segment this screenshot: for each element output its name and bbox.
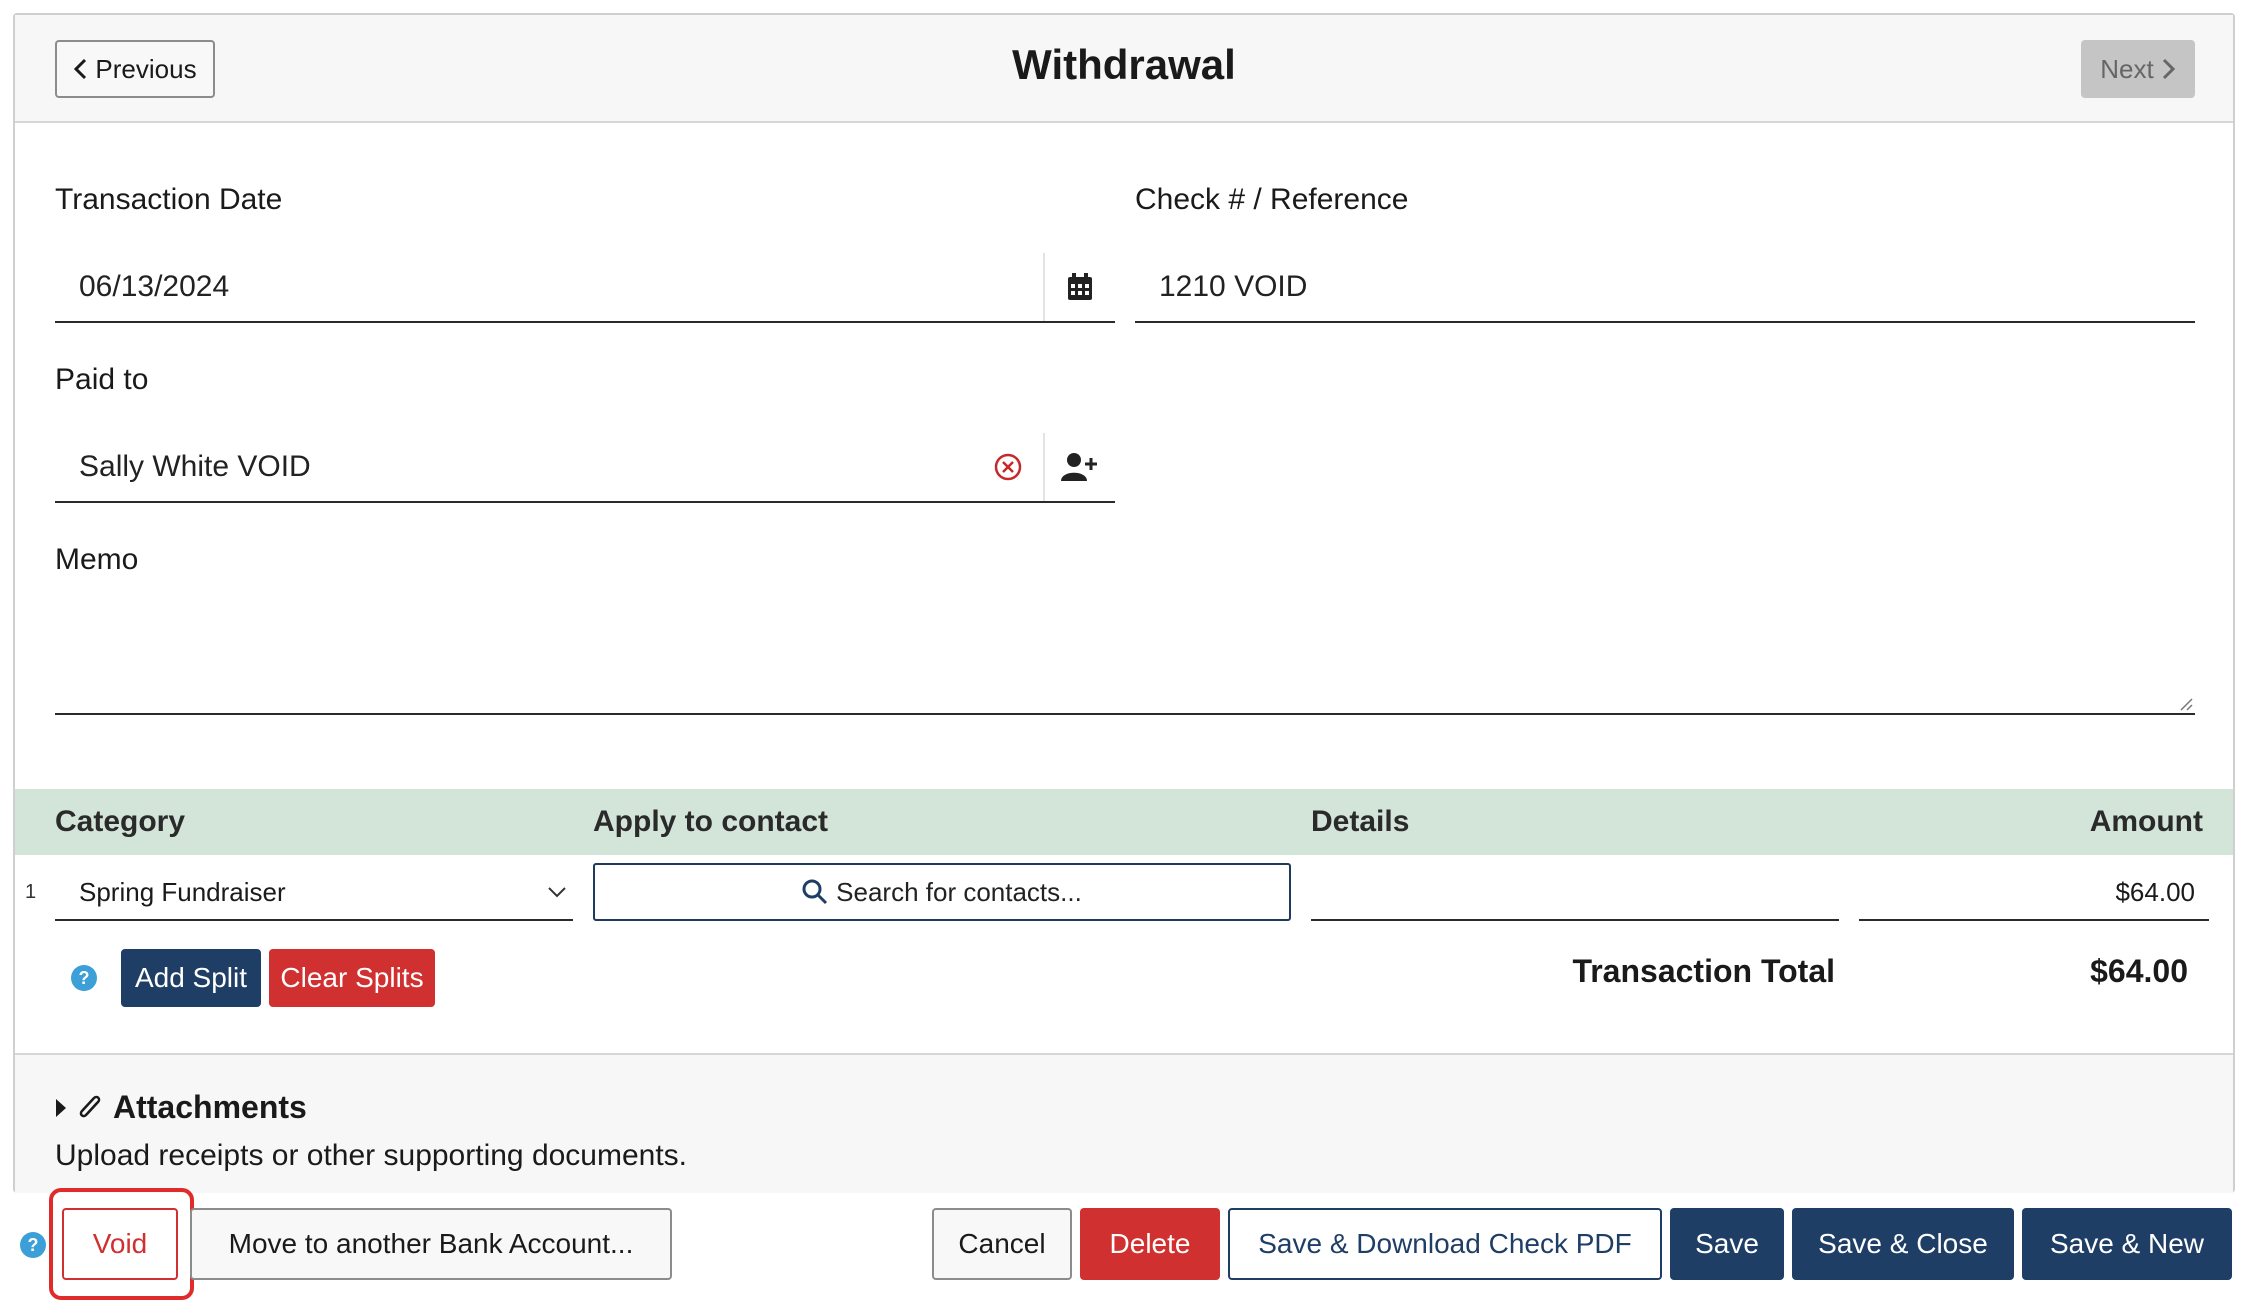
search-icon	[802, 879, 828, 905]
details-input[interactable]	[1311, 865, 1839, 921]
paid-to-field[interactable]: Sally White VOID	[55, 433, 1115, 503]
next-button[interactable]: Next	[2081, 40, 2195, 98]
clear-splits-button[interactable]: Clear Splits	[269, 949, 435, 1007]
add-split-button[interactable]: Add Split	[121, 949, 261, 1007]
delete-button[interactable]: Delete	[1080, 1208, 1220, 1280]
save-button[interactable]: Save	[1670, 1208, 1784, 1280]
transaction-date-field[interactable]: 06/13/2024	[55, 253, 1115, 323]
attachments-subtitle: Upload receipts or other supporting docu…	[55, 1139, 688, 1172]
amount-value: $64.00	[2115, 876, 2195, 907]
attachments-title: Attachments	[113, 1089, 307, 1125]
page-title: Withdrawal	[1012, 41, 1236, 88]
memo-textarea[interactable]	[55, 595, 2195, 715]
transaction-total-value: $64.00	[2090, 953, 2188, 989]
paid-to-label: Paid to	[55, 363, 149, 396]
paid-to-value: Sally White VOID	[79, 450, 311, 483]
resize-handle-icon[interactable]	[2177, 695, 2193, 711]
amount-input[interactable]: $64.00	[1859, 865, 2209, 921]
apply-to-contact-header: Apply to contact	[593, 805, 829, 838]
contact-search-placeholder: Search for contacts...	[836, 876, 1082, 907]
chevron-down-icon	[548, 887, 566, 898]
calendar-icon	[1068, 273, 1092, 300]
transaction-total-label: Transaction Total	[1572, 953, 1835, 989]
contact-search-button[interactable]: Search for contacts...	[593, 863, 1291, 921]
split-row-number: 1	[25, 881, 37, 903]
panel-header: Previous Withdrawal Next	[15, 15, 2233, 123]
memo-label: Memo	[55, 543, 139, 576]
save-close-button[interactable]: Save & Close	[1792, 1208, 2014, 1280]
chevron-right-icon	[2162, 58, 2175, 80]
category-select[interactable]: Spring Fundraiser	[55, 865, 573, 921]
paperclip-icon	[79, 1095, 101, 1117]
caret-right-icon	[56, 1098, 66, 1117]
clear-circle-icon	[994, 453, 1022, 481]
clear-paid-to-button[interactable]	[973, 452, 1043, 482]
calendar-button[interactable]	[1043, 253, 1115, 321]
transaction-date-value: 06/13/2024	[79, 270, 230, 303]
splits-table-header: Category Apply to contact Details Amount	[15, 789, 2233, 855]
attachments-section: Attachments Upload receipts or other sup…	[15, 1053, 2233, 1193]
attachments-toggle[interactable]: Attachments	[55, 1089, 307, 1126]
next-label: Next	[2100, 53, 2154, 84]
move-bank-account-button[interactable]: Move to another Bank Account...	[190, 1208, 672, 1280]
check-reference-field[interactable]: 1210 VOID	[1135, 253, 2195, 323]
category-header: Category	[55, 805, 186, 838]
check-reference-label: Check # / Reference	[1135, 183, 1409, 216]
transaction-date-label: Transaction Date	[55, 183, 283, 216]
category-value: Spring Fundraiser	[79, 876, 286, 907]
add-user-icon	[1061, 453, 1097, 481]
check-reference-value: 1210 VOID	[1159, 270, 1308, 303]
withdrawal-panel: Previous Withdrawal Next Transaction Dat…	[13, 13, 2235, 1193]
details-header: Details	[1311, 805, 1410, 838]
amount-header: Amount	[2089, 805, 2203, 838]
add-contact-button[interactable]	[1043, 433, 1115, 501]
save-new-button[interactable]: Save & New	[2022, 1208, 2232, 1280]
footer-help-icon[interactable]: ?	[20, 1232, 46, 1258]
help-icon[interactable]: ?	[71, 965, 97, 991]
save-download-check-button[interactable]: Save & Download Check PDF	[1228, 1208, 1662, 1280]
void-button[interactable]: Void	[62, 1208, 178, 1280]
cancel-button[interactable]: Cancel	[932, 1208, 1072, 1280]
